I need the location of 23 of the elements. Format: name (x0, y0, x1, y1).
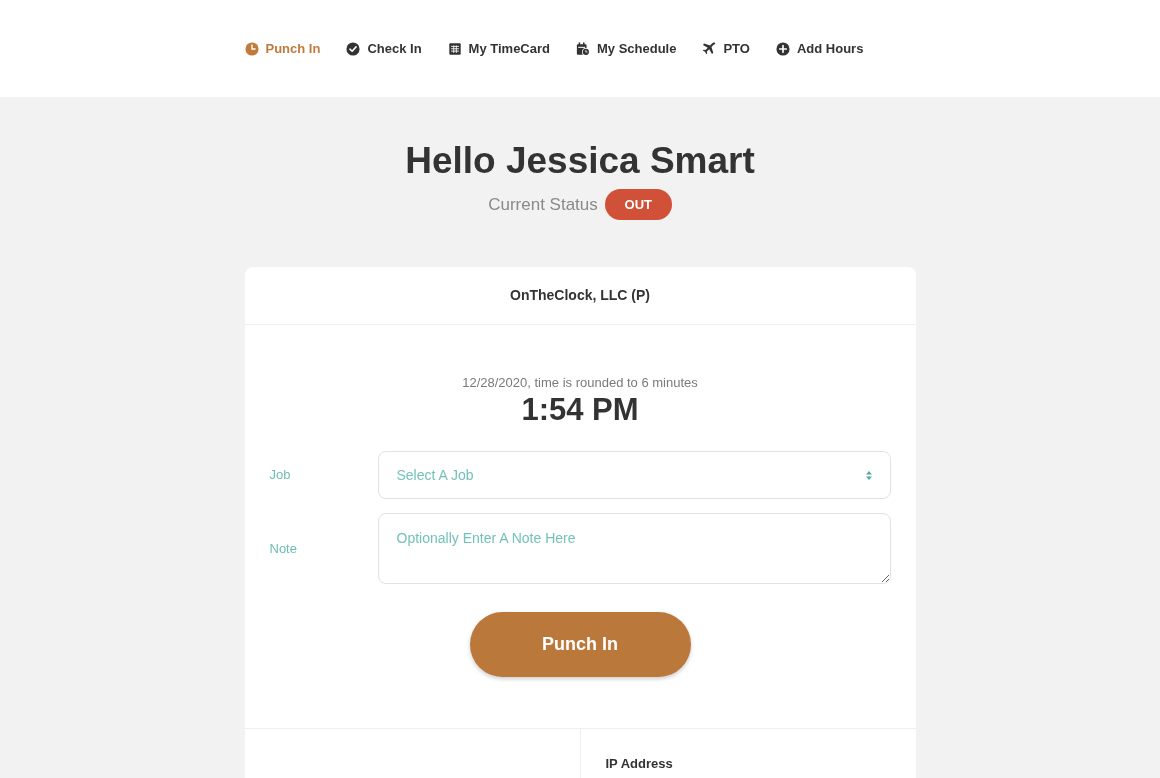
company-name: OnTheClock, LLC (P) (510, 286, 650, 305)
greeting-heading: Hello Jessica Smart (405, 139, 755, 183)
status-badge: OUT (604, 189, 672, 220)
clock-icon (244, 41, 259, 56)
field-label: Note (269, 539, 298, 558)
detail-heading: IP Address (605, 756, 674, 772)
nav-link[interactable]: My TimeCard (447, 38, 550, 59)
nav-link[interactable]: My Schedule (576, 38, 677, 59)
date-note: 12/28/2020, time is rounded to 6 minutes (462, 374, 698, 392)
nav-link[interactable]: Add Hours (775, 38, 864, 59)
sort-caret-icon (865, 470, 872, 480)
field-label: Job (269, 466, 292, 485)
nav-link[interactable]: PTO (702, 38, 750, 59)
nav-link[interactable]: Check In (346, 38, 422, 59)
plus-circle-icon (775, 41, 790, 56)
punch-in-button[interactable]: Punch In (469, 612, 691, 677)
note-field[interactable]: Optionally Enter A Note Here (377, 513, 891, 584)
table-icon (447, 41, 462, 56)
check-circle-icon (346, 41, 361, 56)
airplane-icon (702, 41, 717, 56)
calendar-clock-icon (576, 41, 590, 56)
status-label: Current Status (488, 193, 598, 216)
current-time: 1:54 PM (521, 392, 639, 428)
